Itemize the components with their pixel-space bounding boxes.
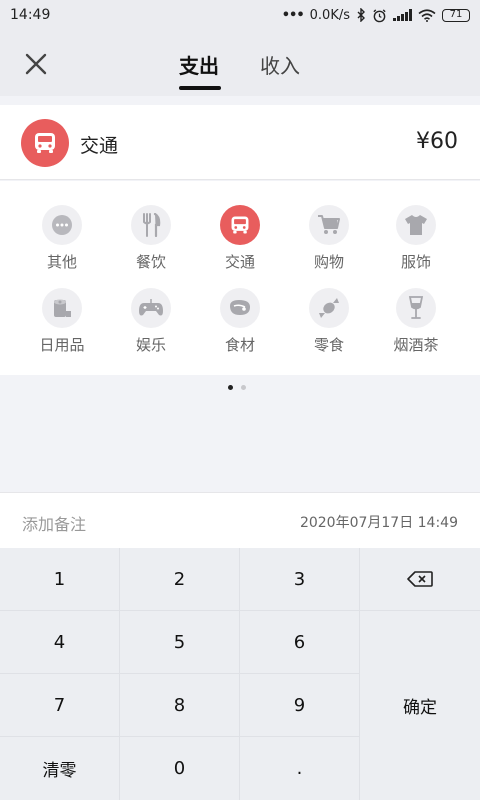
status-time: 14:49 (10, 7, 51, 23)
notification-dots-icon: ••• (281, 7, 305, 23)
wine-glass-icon (396, 288, 436, 328)
category-shopping[interactable]: 购物 (289, 205, 369, 275)
gamepad-icon (131, 288, 171, 328)
meat-icon (220, 288, 260, 328)
wifi-icon (418, 8, 436, 22)
battery-icon: 71 (442, 8, 470, 22)
page-dot-active (228, 385, 233, 390)
category-label: 日用品 (39, 336, 85, 354)
category-label: 其他 (46, 253, 77, 271)
category-grid: 其他 餐饮 交通 购物 服饰 日用品 娱乐 食材 零食 烟酒茶 (0, 181, 480, 375)
key-1[interactable]: 1 (0, 548, 120, 611)
category-label: 交通 (224, 253, 255, 271)
alarm-icon (373, 8, 386, 22)
key-3[interactable]: 3 (240, 548, 360, 611)
tab-indicator (179, 86, 221, 90)
page-dot (241, 385, 246, 390)
key-7[interactable]: 7 (0, 674, 120, 737)
selected-category-label: 交通 (80, 135, 119, 157)
network-speed: 0.0K/s (309, 7, 350, 23)
shopping-cart-icon (309, 205, 349, 245)
note-input[interactable]: 添加备注 (22, 511, 86, 535)
status-bar: 14:49 ••• 0.0K/s 71 (0, 0, 480, 30)
category-ingredients[interactable]: 食材 (200, 288, 280, 358)
key-4[interactable]: 4 (0, 611, 120, 674)
category-other[interactable]: 其他 (22, 205, 102, 275)
key-6[interactable]: 6 (240, 611, 360, 674)
key-9[interactable]: 9 (240, 674, 360, 737)
category-label: 食材 (224, 336, 255, 354)
status-indicators: ••• 0.0K/s 71 (282, 8, 470, 23)
shirt-icon (396, 205, 436, 245)
tissue-roll-icon (42, 288, 82, 328)
category-tobacco-alcohol-tea[interactable]: 烟酒茶 (376, 288, 456, 358)
tab-expense[interactable]: 支出 (179, 50, 219, 86)
category-transport[interactable]: 交通 (200, 205, 280, 275)
tab-income[interactable]: 收入 (260, 50, 300, 86)
clear-button[interactable]: 清零 (0, 737, 120, 800)
top-nav: 支出 收入 (0, 30, 480, 96)
category-label: 零食 (313, 336, 344, 354)
amount-display: ¥60 (416, 129, 458, 154)
bluetooth-icon (357, 8, 365, 22)
date-picker[interactable]: 2020年07月17日 14:49 (300, 512, 458, 532)
category-entertainment[interactable]: 娱乐 (111, 288, 191, 358)
category-label: 餐饮 (135, 253, 166, 271)
more-dots-icon (42, 205, 82, 245)
close-icon (25, 53, 47, 75)
category-label: 购物 (313, 253, 344, 271)
key-8[interactable]: 8 (120, 674, 240, 737)
selected-category-row: 交通 ¥60 (0, 105, 480, 180)
key-dot[interactable]: . (240, 737, 360, 800)
category-dining[interactable]: 餐饮 (111, 205, 191, 275)
backspace-icon (407, 571, 433, 587)
signal-icon (393, 9, 412, 21)
close-button[interactable] (18, 46, 54, 82)
candy-icon (309, 288, 349, 328)
category-snacks[interactable]: 零食 (289, 288, 369, 358)
number-keypad: 1 2 3 4 5 6 确定 7 8 9 清零 0 . (0, 548, 480, 800)
bus-icon (21, 119, 69, 167)
category-label: 娱乐 (135, 336, 166, 354)
bus-icon (220, 205, 260, 245)
page-indicator (228, 385, 246, 390)
category-label: 服饰 (400, 253, 431, 271)
backspace-button[interactable] (360, 548, 480, 611)
key-5[interactable]: 5 (120, 611, 240, 674)
key-0[interactable]: 0 (120, 737, 240, 800)
category-clothing[interactable]: 服饰 (376, 205, 456, 275)
category-label: 烟酒茶 (393, 336, 439, 354)
fork-knife-icon (131, 205, 171, 245)
note-row: 添加备注 2020年07月17日 14:49 (0, 492, 480, 548)
key-2[interactable]: 2 (120, 548, 240, 611)
confirm-button[interactable]: 确定 (360, 611, 480, 800)
category-daily-goods[interactable]: 日用品 (22, 288, 102, 358)
